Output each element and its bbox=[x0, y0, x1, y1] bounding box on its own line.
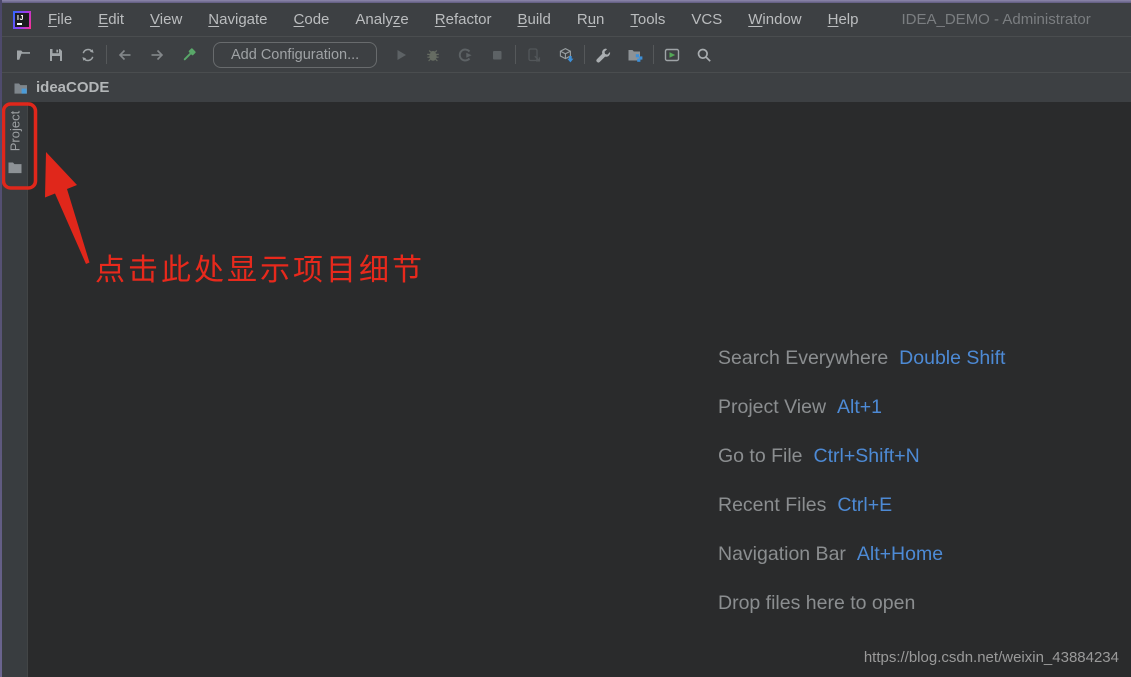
project-structure-icon[interactable] bbox=[627, 47, 643, 63]
shortcut-recent-files: Recent FilesCtrl+E bbox=[718, 494, 1005, 543]
menu-view[interactable]: View bbox=[137, 3, 195, 36]
stop-icon[interactable] bbox=[489, 47, 505, 63]
download-sources-icon[interactable] bbox=[558, 47, 574, 63]
idea-window: IJ File Edit View Navigate Code Analyze … bbox=[0, 0, 1131, 677]
window-left-border bbox=[0, 0, 2, 677]
terminal-run-icon[interactable] bbox=[664, 47, 680, 63]
menu-help[interactable]: Help bbox=[815, 3, 872, 36]
project-tool-window-button[interactable]: Project bbox=[8, 111, 23, 151]
forward-icon[interactable] bbox=[149, 47, 165, 63]
shortcut-search-everywhere: Search EverywhereDouble Shift bbox=[718, 347, 1005, 396]
menu-build[interactable]: Build bbox=[504, 3, 563, 36]
navigation-bar: ideaCODE bbox=[0, 73, 1131, 102]
left-tool-window-stripe: Project bbox=[0, 102, 28, 677]
menu-analyze[interactable]: Analyze bbox=[342, 3, 421, 36]
profile-icon[interactable] bbox=[457, 47, 473, 63]
menu-window[interactable]: Window bbox=[735, 3, 814, 36]
annotation-arrow-icon bbox=[45, 152, 90, 264]
window-title: IDEA_DEMO - Administrator bbox=[902, 11, 1091, 28]
menu-run[interactable]: Run bbox=[564, 3, 618, 36]
menu-edit[interactable]: Edit bbox=[85, 3, 137, 36]
menu-refactor[interactable]: Refactor bbox=[422, 3, 505, 36]
menu-file[interactable]: File bbox=[35, 3, 85, 36]
build-hammer-icon[interactable] bbox=[181, 47, 197, 63]
add-configuration-button[interactable]: Add Configuration... bbox=[213, 42, 377, 68]
breadcrumb-project[interactable]: ideaCODE bbox=[13, 79, 109, 96]
shortcut-navigation-bar: Navigation BarAlt+Home bbox=[718, 543, 1005, 592]
menu-navigate[interactable]: Navigate bbox=[195, 3, 280, 36]
main-toolbar: Add Configuration... bbox=[0, 37, 1131, 72]
shortcut-hints: Search EverywhereDouble Shift Project Vi… bbox=[718, 347, 1005, 641]
run-icon[interactable] bbox=[393, 47, 409, 63]
watermark-url: https://blog.csdn.net/weixin_43884234 bbox=[864, 649, 1119, 666]
breadcrumb-label: ideaCODE bbox=[36, 79, 109, 96]
back-icon[interactable] bbox=[117, 47, 133, 63]
menu-tools[interactable]: Tools bbox=[617, 3, 678, 36]
save-icon[interactable] bbox=[48, 47, 64, 63]
module-folder-icon bbox=[13, 80, 29, 96]
shortcut-project-view: Project ViewAlt+1 bbox=[718, 396, 1005, 445]
menu-bar: File Edit View Navigate Code Analyze Ref… bbox=[35, 3, 872, 36]
drop-files-hint: Drop files here to open bbox=[718, 592, 1005, 641]
attach-update-icon[interactable] bbox=[526, 47, 542, 63]
toolbar-separator bbox=[106, 45, 107, 64]
debug-icon[interactable] bbox=[425, 47, 441, 63]
toolbar-separator bbox=[515, 45, 516, 64]
folder-icon[interactable] bbox=[7, 160, 23, 175]
intellij-logo-icon: IJ bbox=[13, 11, 31, 29]
menu-vcs[interactable]: VCS bbox=[678, 3, 735, 36]
open-icon[interactable] bbox=[16, 47, 32, 63]
annotation-chinese-text: 点击此处显示项目细节 bbox=[95, 245, 425, 289]
sync-icon[interactable] bbox=[80, 47, 96, 63]
title-bar: IJ File Edit View Navigate Code Analyze … bbox=[0, 3, 1131, 36]
toolbar-separator bbox=[584, 45, 585, 64]
toolbar-separator bbox=[653, 45, 654, 64]
menu-code[interactable]: Code bbox=[281, 3, 343, 36]
settings-wrench-icon[interactable] bbox=[595, 47, 611, 63]
shortcut-go-to-file: Go to FileCtrl+Shift+N bbox=[718, 445, 1005, 494]
editor-empty-area: Project Search EverywhereDouble Shift Pr… bbox=[0, 102, 1131, 677]
search-icon[interactable] bbox=[696, 47, 712, 63]
